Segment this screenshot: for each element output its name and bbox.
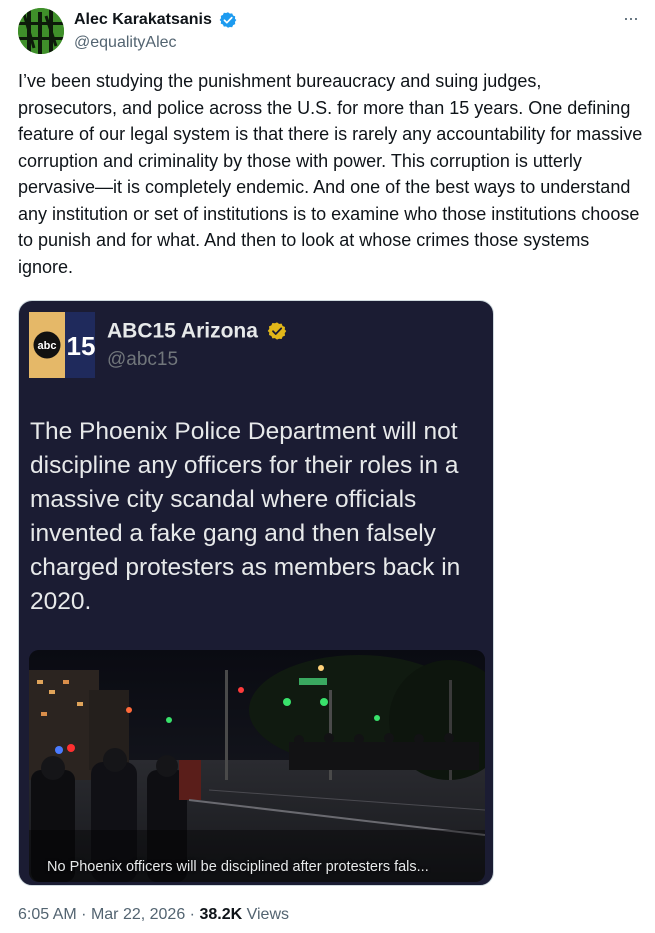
embedded-display-name: ABC15 Arizona [107, 319, 258, 343]
post-date[interactable]: Mar 22, 2026 [91, 906, 185, 923]
author-handle[interactable]: @equalityAlec [74, 32, 237, 54]
embedded-display-name-row: ABC15 Arizona [107, 319, 287, 343]
author-display-name[interactable]: Alec Karakatsanis [74, 10, 212, 30]
tweet-meta: 6:05 AM · Mar 22, 2026 · 38.2K Views [18, 906, 289, 924]
post-time[interactable]: 6:05 AM [18, 906, 77, 923]
author-name-block: Alec Karakatsanis @equalityAlec [74, 10, 237, 54]
embedded-screenshot[interactable]: abc 15 ABC15 Arizona @abc15 The Phoenix … [18, 300, 494, 886]
abc15-logo-icon: abc 15 [29, 312, 95, 378]
tweet-header: Alec Karakatsanis @equalityAlec ··· [18, 6, 639, 54]
views-count[interactable]: 38.2K [199, 906, 242, 923]
night-street-scene-icon [29, 650, 485, 882]
avatar-logo-icon [18, 8, 64, 54]
tweet-text: I’ve been studying the punishment bureau… [18, 71, 643, 277]
video-thumbnail[interactable]: No Phoenix officers will be disciplined … [29, 650, 485, 882]
views-label: Views [246, 906, 289, 923]
gold-verified-badge-icon [267, 322, 287, 341]
embedded-handle: @abc15 [107, 349, 179, 370]
embedded-post-text: The Phoenix Police Department will not d… [30, 418, 461, 615]
meta-separator: · [189, 906, 195, 923]
meta-separator: · [81, 906, 87, 923]
video-caption: No Phoenix officers will be disciplined … [47, 859, 429, 875]
author-avatar[interactable] [18, 8, 64, 54]
abc-logo-text: abc [38, 340, 57, 352]
more-options-icon[interactable]: ··· [623, 8, 639, 29]
tweet-page: Alec Karakatsanis @equalityAlec ··· I’ve… [0, 0, 655, 933]
verified-badge-icon [219, 12, 237, 28]
abc15-logo-number: 15 [67, 331, 95, 361]
